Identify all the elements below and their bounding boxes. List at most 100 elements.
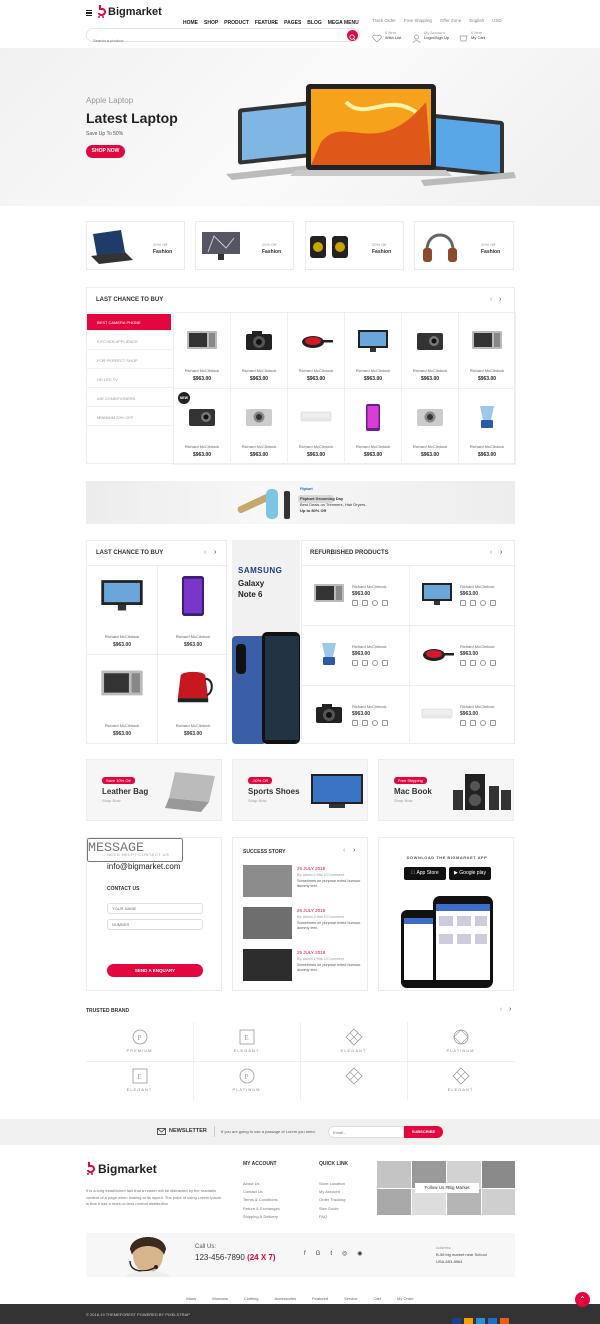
instagram-grid[interactable]: Follow Us #Big Market bbox=[377, 1161, 515, 1215]
nav-mega-menu[interactable]: MEGA MENU bbox=[328, 20, 359, 26]
product-tile[interactable]: Richard McClintock $963.00 bbox=[231, 313, 288, 389]
footer-link[interactable]: FAQ bbox=[319, 1214, 345, 1219]
next-arrow[interactable]: › bbox=[353, 847, 355, 854]
footer-link[interactable]: Contact Us bbox=[243, 1189, 280, 1194]
search-button[interactable] bbox=[347, 30, 358, 41]
product-list-item[interactable]: Richard McClintock $963.00 bbox=[302, 626, 408, 685]
compare-icon[interactable] bbox=[382, 660, 388, 666]
shop-now-button[interactable]: SHOP NOW bbox=[86, 145, 125, 158]
product-tile[interactable]: Richard McClintock $963.00 bbox=[345, 389, 402, 465]
footer-nav-link[interactable]: Accessories bbox=[275, 1296, 297, 1301]
cart-icon[interactable] bbox=[460, 600, 466, 606]
product-list-item[interactable]: Richard McClintock $963.00 bbox=[410, 566, 516, 625]
account-link[interactable]: My Account Login/Sign Up bbox=[412, 30, 449, 48]
samsung-banner[interactable]: SAMSUNG Galaxy Note 6 bbox=[232, 540, 300, 744]
category-card[interactable]: 20% Off Fashion bbox=[86, 221, 185, 270]
number-field[interactable] bbox=[107, 919, 203, 930]
offer-zone-link[interactable]: Offer Zone bbox=[440, 18, 461, 23]
brand-logo[interactable]: P PLATINUM bbox=[193, 1061, 300, 1101]
footer-link[interactable]: Size Guide bbox=[319, 1206, 345, 1211]
product-tile[interactable]: Richard McClintock $963.00 bbox=[402, 313, 459, 389]
story-item[interactable]: 25 JULY 2018 By: Admin 2 Hits 10 Comment S… bbox=[243, 949, 363, 985]
compare-icon[interactable] bbox=[490, 660, 496, 666]
shop-now-link[interactable]: Shop Now bbox=[394, 798, 412, 803]
nav-shop[interactable]: SHOP bbox=[204, 20, 218, 26]
brand-logo[interactable]: P PREMIUM bbox=[86, 1022, 193, 1062]
brand-logo[interactable]: ELEGANT bbox=[407, 1061, 514, 1101]
category-tab[interactable]: AIR CONDITIONERS bbox=[87, 390, 173, 407]
category-tab[interactable]: FOR PERFECT SHOP bbox=[87, 352, 173, 369]
brand-logo[interactable]: PLATINUM bbox=[407, 1022, 514, 1062]
category-card[interactable]: 20% Off Fashion bbox=[195, 221, 294, 270]
search-icon[interactable] bbox=[372, 660, 378, 666]
newsletter-email-input[interactable] bbox=[328, 1126, 404, 1138]
shop-now-link[interactable]: Shop Now bbox=[102, 798, 120, 803]
compare-icon[interactable] bbox=[490, 720, 496, 726]
heart-icon[interactable] bbox=[362, 600, 368, 606]
product-tile[interactable]: Richard McClintock $963.00 NEW bbox=[174, 389, 231, 465]
search-icon[interactable] bbox=[372, 720, 378, 726]
product-tile[interactable]: Richard McClintock $963.00 bbox=[459, 389, 516, 465]
category-tab[interactable]: HD LED TV bbox=[87, 371, 173, 388]
contact-email[interactable]: info@bigmarket.com bbox=[107, 862, 180, 871]
footer-link[interactable]: My Account bbox=[319, 1189, 345, 1194]
category-card[interactable]: 20% Off Fashion bbox=[305, 221, 404, 270]
compare-icon[interactable] bbox=[490, 600, 496, 606]
footer-nav-link[interactable]: Mans bbox=[186, 1296, 196, 1301]
heart-icon[interactable] bbox=[470, 600, 476, 606]
cart-icon[interactable] bbox=[460, 660, 466, 666]
prev-arrow[interactable]: ‹ bbox=[343, 847, 345, 854]
next-arrow[interactable]: › bbox=[509, 1006, 511, 1013]
instagram-follow[interactable]: Follow Us #Big Market bbox=[415, 1183, 479, 1193]
cart-icon[interactable] bbox=[352, 660, 358, 666]
category-tab[interactable]: KITCHEN APPLIENCE bbox=[87, 333, 173, 350]
nav-home[interactable]: HOME bbox=[183, 20, 198, 26]
phone-number[interactable]: 123-456-7890 bbox=[195, 1253, 245, 1262]
next-arrow[interactable]: › bbox=[500, 549, 502, 556]
brand-logo[interactable]: E ELEGANT bbox=[193, 1022, 300, 1062]
brand-logo[interactable] bbox=[300, 1061, 407, 1101]
currency-select[interactable]: USD bbox=[492, 18, 502, 23]
message-field[interactable] bbox=[87, 838, 183, 862]
footer-link[interactable]: Store Location bbox=[319, 1181, 345, 1186]
next-arrow[interactable]: › bbox=[499, 296, 501, 303]
send-enquiry-button[interactable]: SEND A ENQUARY bbox=[107, 964, 203, 977]
cart-icon[interactable] bbox=[352, 600, 358, 606]
twitter-icon[interactable]: t bbox=[330, 1251, 332, 1257]
product-tile[interactable]: Richard McClintock $963.00 bbox=[231, 389, 288, 465]
free-shipping-link[interactable]: Free Shipping bbox=[404, 18, 432, 23]
offer-card-leather-bag[interactable]: Save 10% Off Leather Bag Shop Now bbox=[86, 759, 222, 821]
brand-logo[interactable]: ELEGANT bbox=[300, 1022, 407, 1062]
footer-nav-link[interactable]: Clothing bbox=[244, 1296, 259, 1301]
product-list-item[interactable]: Richard McClintock $963.00 bbox=[410, 626, 516, 685]
cart-icon[interactable] bbox=[460, 720, 466, 726]
footer-nav-link[interactable]: My Order bbox=[397, 1296, 414, 1301]
search-icon[interactable] bbox=[480, 600, 486, 606]
footer-link[interactable]: Order Tracking bbox=[319, 1197, 345, 1202]
story-item[interactable]: 25 JULY 2018 By: Admin 2 Hits 10 Comment S… bbox=[243, 865, 363, 901]
compare-icon[interactable] bbox=[382, 720, 388, 726]
offer-card-mac-book[interactable]: Free Shipping Mac Book Shop Now bbox=[378, 759, 514, 821]
footer-nav-link[interactable]: Featured bbox=[312, 1296, 328, 1301]
category-card[interactable]: 20% Off Fashion bbox=[414, 221, 514, 270]
track-order-link[interactable]: Track Order bbox=[372, 18, 396, 23]
footer-nav-link[interactable]: Womans bbox=[212, 1296, 228, 1301]
footer-link[interactable]: Shipping & Delivery bbox=[243, 1214, 280, 1219]
nav-pages[interactable]: PAGES bbox=[284, 20, 301, 26]
prev-arrow[interactable]: ‹ bbox=[204, 549, 206, 556]
category-tab[interactable]: MINIMUM 20% OFF bbox=[87, 409, 173, 426]
footer-link[interactable]: Terms & Conditions bbox=[243, 1197, 280, 1202]
prev-arrow[interactable]: ‹ bbox=[490, 549, 492, 556]
search-icon[interactable] bbox=[372, 600, 378, 606]
product-tile[interactable]: Richard McClintock $963.00 bbox=[345, 313, 402, 389]
heart-icon[interactable] bbox=[470, 720, 476, 726]
product-tile[interactable]: Richard McClintock $963.00 bbox=[87, 566, 157, 654]
footer-link[interactable]: Return & Exchanges bbox=[243, 1206, 280, 1211]
prev-arrow[interactable]: ‹ bbox=[490, 296, 492, 303]
brand-logo[interactable]: E ELEGANT bbox=[86, 1061, 193, 1101]
category-tab-active[interactable]: BEST CAMERA PHONE bbox=[87, 314, 171, 331]
product-tile[interactable]: Richard McClintock $963.00 bbox=[87, 655, 157, 743]
product-list-item[interactable]: Richard McClintock $963.00 bbox=[302, 566, 408, 625]
product-tile[interactable]: Richard McClintock $963.00 bbox=[459, 313, 516, 389]
google-play-button[interactable]: ▶ Google play bbox=[449, 867, 491, 880]
